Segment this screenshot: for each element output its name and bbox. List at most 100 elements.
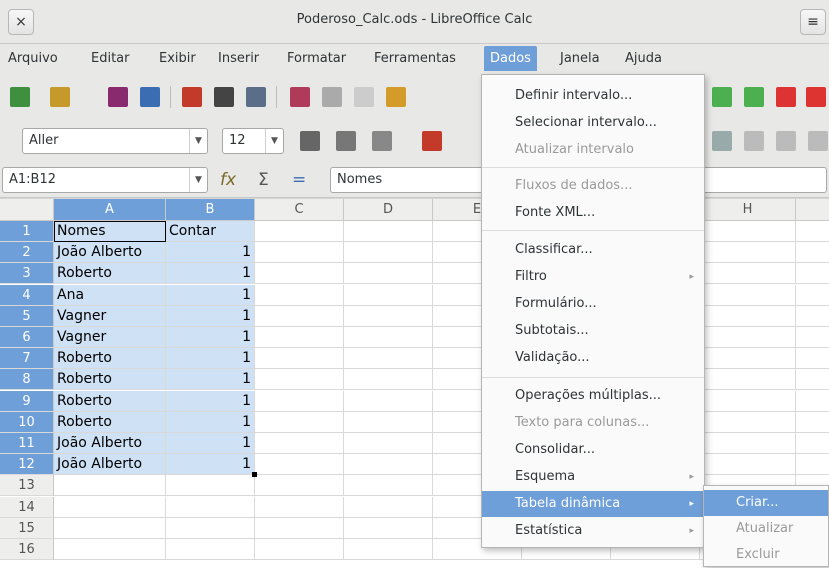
grid-cell[interactable]: [54, 475, 166, 497]
grid-cell[interactable]: Roberto: [54, 369, 166, 391]
save-icon[interactable]: [108, 87, 128, 107]
grid-cell[interactable]: [166, 475, 255, 497]
grid-cell[interactable]: [344, 390, 433, 412]
grid-cell[interactable]: [796, 391, 829, 412]
grid-cell[interactable]: [255, 517, 344, 539]
grid-cell[interactable]: [54, 539, 166, 560]
grid-cell[interactable]: [166, 517, 255, 539]
grid-cell[interactable]: João Alberto: [54, 433, 166, 454]
grid-cell[interactable]: [796, 348, 829, 370]
row-header[interactable]: 5: [0, 305, 54, 327]
grid-cell[interactable]: [54, 517, 166, 539]
grid-cell[interactable]: Roberto: [54, 411, 166, 433]
grid-cell[interactable]: [700, 369, 796, 391]
column-header-a[interactable]: A: [54, 199, 166, 221]
grid-cell[interactable]: [700, 221, 796, 242]
grid-cell[interactable]: 1: [166, 305, 255, 327]
function-wizard-icon[interactable]: fx: [220, 170, 236, 190]
grid-cell[interactable]: [344, 539, 433, 560]
grid-cell[interactable]: [255, 263, 344, 285]
grid-cell[interactable]: [796, 327, 829, 348]
row-header[interactable]: 13: [0, 475, 54, 497]
grid-cell[interactable]: [255, 327, 344, 348]
grid-cell[interactable]: [700, 263, 796, 285]
menu-item-filtro[interactable]: Filtro ▸: [482, 264, 704, 290]
borders-icon[interactable]: [712, 131, 732, 151]
grid-cell[interactable]: [255, 433, 344, 454]
row-header[interactable]: 1: [0, 221, 54, 242]
sum-icon[interactable]: Σ: [258, 170, 269, 190]
grid-cell[interactable]: [700, 454, 796, 476]
chevron-down-icon[interactable]: ▼: [265, 129, 283, 153]
column-header-b[interactable]: B: [166, 199, 255, 221]
grid-cell[interactable]: [796, 306, 829, 327]
grid-cell[interactable]: [796, 285, 829, 306]
grid-cell[interactable]: [344, 284, 433, 306]
menu-arquivo[interactable]: Arquivo: [8, 51, 58, 66]
formula-icon[interactable]: =: [292, 170, 306, 190]
grid-cell[interactable]: 1: [166, 284, 255, 306]
font-color-icon[interactable]: [422, 131, 442, 151]
window-menu-button[interactable]: ≡: [800, 9, 826, 35]
grid-cell[interactable]: [344, 369, 433, 391]
delete-rows-icon[interactable]: [776, 87, 796, 107]
paste-icon[interactable]: [354, 87, 374, 107]
grid-cell[interactable]: [344, 411, 433, 433]
grid-cell[interactable]: [255, 496, 344, 518]
grid-cell[interactable]: 1: [166, 263, 255, 285]
grid-cell[interactable]: [255, 390, 344, 412]
grid-cell[interactable]: [796, 263, 829, 285]
grid-cell[interactable]: Contar: [166, 221, 255, 242]
grid-cell[interactable]: Vagner: [54, 305, 166, 327]
menu-dados[interactable]: Dados: [484, 46, 537, 71]
row-header[interactable]: 11: [0, 433, 54, 454]
menu-item-tabela-dinamica[interactable]: Tabela dinâmica ▸: [482, 491, 704, 517]
export-pdf-icon[interactable]: [182, 87, 202, 107]
row-header[interactable]: 3: [0, 263, 54, 285]
grid-cell[interactable]: 1: [166, 411, 255, 433]
font-size-combo[interactable]: 12 ▼: [222, 128, 284, 154]
menu-item-estatistica[interactable]: Estatística ▸: [482, 518, 704, 544]
grid-cell[interactable]: Roberto: [54, 263, 166, 285]
row-header[interactable]: 6: [0, 327, 54, 348]
submenu-item-excluir[interactable]: Excluir: [704, 542, 828, 568]
grid-cell[interactable]: [700, 327, 796, 348]
menu-janela[interactable]: Janela: [560, 51, 600, 66]
grid-cell[interactable]: [255, 411, 344, 433]
menu-exibir[interactable]: Exibir: [159, 51, 196, 66]
grid-cell[interactable]: [700, 411, 796, 433]
chevron-down-icon[interactable]: ▼: [189, 129, 207, 153]
menu-item-operacoes-multiplas[interactable]: Operações múltiplas...: [482, 383, 704, 409]
menu-ajuda[interactable]: Ajuda: [625, 51, 662, 66]
grid-cell[interactable]: [796, 412, 829, 433]
grid-cell[interactable]: 1: [166, 242, 255, 264]
menu-formatar[interactable]: Formatar: [287, 51, 346, 66]
grid-cell[interactable]: 1: [166, 327, 255, 348]
grid-cell[interactable]: João Alberto: [54, 454, 166, 476]
grid-cell[interactable]: [700, 284, 796, 306]
row-header[interactable]: 9: [0, 390, 54, 412]
grid-cell[interactable]: 1: [166, 390, 255, 412]
grid-cell[interactable]: [344, 475, 433, 497]
grid-cell[interactable]: [344, 454, 433, 476]
grid-cell[interactable]: [796, 369, 829, 391]
grid-cell[interactable]: 1: [166, 369, 255, 391]
grid-cell[interactable]: [796, 433, 829, 454]
select-all-corner[interactable]: [0, 199, 54, 221]
delete-columns-icon[interactable]: [806, 87, 826, 107]
underline-icon[interactable]: [372, 131, 392, 151]
column-header-d[interactable]: D: [344, 199, 433, 221]
menu-item-atualizar-intervalo[interactable]: Atualizar intervalo: [482, 137, 704, 163]
row-header[interactable]: 12: [0, 454, 54, 476]
copy-icon[interactable]: [322, 87, 342, 107]
grid-cell[interactable]: [344, 348, 433, 370]
column-header-i[interactable]: [796, 199, 829, 221]
italic-icon[interactable]: [336, 131, 356, 151]
grid-cell[interactable]: 1: [166, 454, 255, 476]
new-document-icon[interactable]: [10, 87, 30, 107]
grid-cell[interactable]: Nomes: [54, 221, 166, 242]
menu-inserir[interactable]: Inserir: [218, 51, 259, 66]
grid-cell[interactable]: [255, 369, 344, 391]
name-box[interactable]: A1:B12 ▼: [2, 167, 208, 193]
grid-cell[interactable]: [344, 496, 433, 518]
